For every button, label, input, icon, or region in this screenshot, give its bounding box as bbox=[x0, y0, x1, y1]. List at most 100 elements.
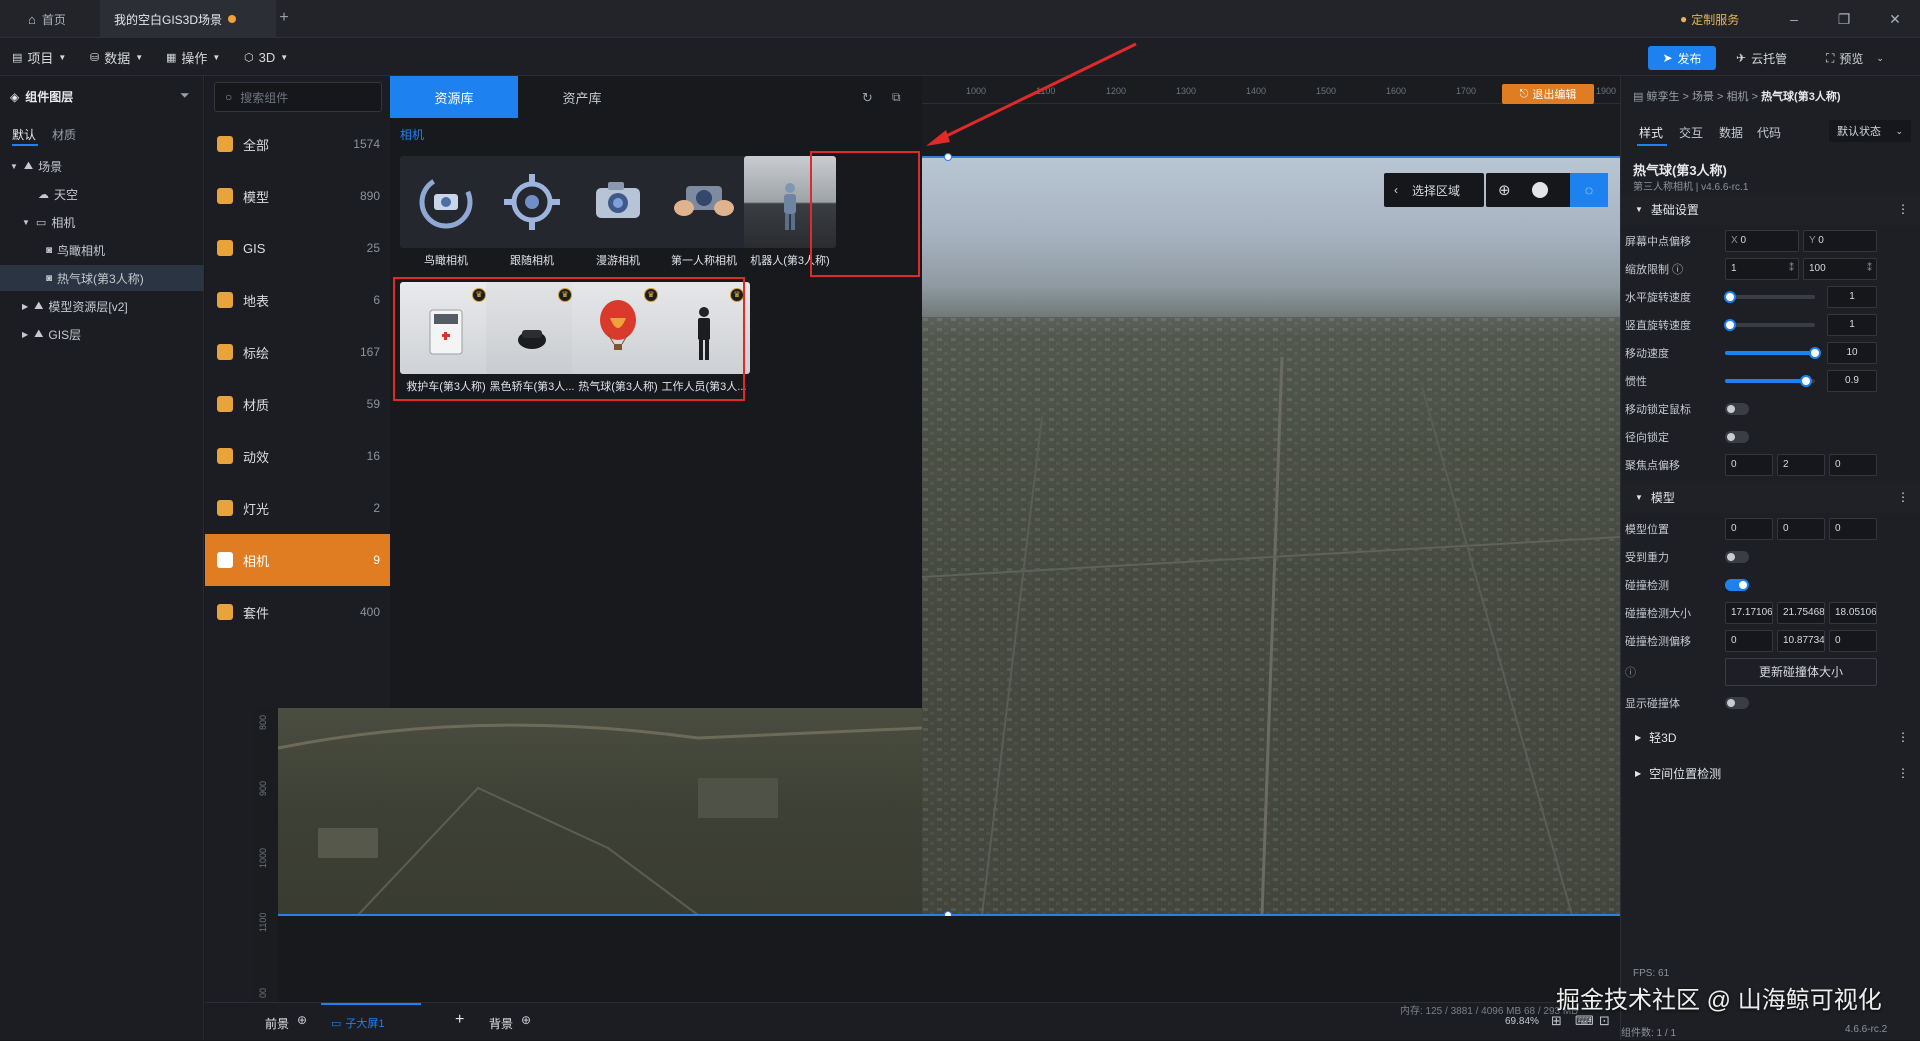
collision-offset-z-input[interactable]: 0 bbox=[1829, 630, 1877, 652]
section-model[interactable]: ▼ 模型 ⋮ bbox=[1621, 481, 1920, 513]
category-item[interactable]: 动效 16 bbox=[205, 430, 390, 482]
menu-operation[interactable]: ▦ 操作 ▼ bbox=[166, 38, 220, 76]
exit-edit-button[interactable]: ⎋ 退出编辑 bbox=[1502, 84, 1594, 104]
menu-3d[interactable]: ⬡ 3D ▼ bbox=[244, 38, 288, 76]
tab-material[interactable]: 材质 bbox=[52, 126, 76, 143]
v-rotation-slider[interactable] bbox=[1723, 319, 1815, 331]
resource-card-roaming-camera[interactable]: 漫游相机 bbox=[572, 156, 664, 270]
tree-item-aerial-camera[interactable]: ◙ 鸟瞰相机 bbox=[0, 237, 204, 263]
minimize-button[interactable]: – bbox=[1785, 10, 1803, 28]
search-box[interactable]: ○ 搜索组件 bbox=[214, 82, 382, 112]
new-tab-button[interactable]: + bbox=[276, 10, 292, 26]
model-pos-x-input[interactable]: 0 bbox=[1725, 518, 1773, 540]
filter-icon[interactable]: ⏷ bbox=[180, 88, 190, 103]
category-item[interactable]: 材质 59 bbox=[205, 378, 390, 430]
category-item[interactable]: 套件 400 bbox=[205, 586, 390, 638]
3d-viewport-lower[interactable] bbox=[278, 708, 922, 915]
screen-offset-y-input[interactable]: Y 0 bbox=[1803, 230, 1877, 252]
collision-size-z-input[interactable]: 18.051065 bbox=[1829, 602, 1877, 624]
tab-data[interactable]: 数据 bbox=[1719, 124, 1743, 141]
inertia-slider[interactable] bbox=[1725, 375, 1815, 387]
inertia-input[interactable]: 0.9 bbox=[1827, 370, 1877, 392]
update-collision-button[interactable]: 更新碰撞体大小 bbox=[1725, 658, 1877, 686]
resource-card-aerial-camera[interactable]: 鸟瞰相机 bbox=[400, 156, 492, 270]
collision-size-y-input[interactable]: 21.754685 bbox=[1777, 602, 1825, 624]
foreground-label[interactable]: 前景 bbox=[265, 1015, 289, 1032]
cloud-host-button[interactable]: ✈ 云托管 bbox=[1736, 46, 1787, 70]
category-item[interactable]: GIS 25 bbox=[205, 222, 390, 274]
add-background-icon[interactable]: ⊕ bbox=[521, 1013, 531, 1027]
category-item[interactable]: 模型 890 bbox=[205, 170, 390, 222]
lock-mouse-toggle[interactable] bbox=[1725, 403, 1749, 415]
show-collider-toggle[interactable] bbox=[1725, 697, 1749, 709]
menu-project[interactable]: ▤ 项目 ▼ bbox=[12, 38, 66, 76]
section-spatial-detection[interactable]: ▶ 空间位置检测 ⋮ bbox=[1621, 757, 1920, 789]
collision-toggle[interactable] bbox=[1725, 579, 1749, 591]
tab-interaction[interactable]: 交互 bbox=[1679, 124, 1703, 141]
tab-resource-library[interactable]: 资源库 bbox=[390, 76, 518, 118]
refresh-icon[interactable]: ↻ bbox=[862, 90, 873, 106]
resource-card-follow-camera[interactable]: 跟随相机 bbox=[486, 156, 578, 270]
tab-asset-library[interactable]: 资产库 bbox=[518, 76, 646, 118]
tab-style[interactable]: 样式 bbox=[1639, 124, 1663, 141]
select-area-button[interactable]: ‹ 选择区域 bbox=[1384, 173, 1484, 207]
add-foreground-icon[interactable]: ⊕ bbox=[297, 1013, 307, 1027]
focus-offset-y-input[interactable]: 2 bbox=[1777, 454, 1825, 476]
collision-offset-x-input[interactable]: 0 bbox=[1725, 630, 1773, 652]
category-item[interactable]: 全部 1574 bbox=[205, 118, 390, 170]
3d-viewport[interactable]: ‹ 选择区域 ⊕ ◌ bbox=[922, 157, 1620, 915]
more-icon[interactable]: ⋮ bbox=[1897, 202, 1909, 216]
help-icon[interactable]: ⓘ bbox=[1672, 264, 1683, 276]
category-item[interactable]: 标绘 167 bbox=[205, 326, 390, 378]
slider-knob[interactable] bbox=[1800, 375, 1812, 387]
h-rotation-input[interactable]: 1 bbox=[1827, 286, 1877, 308]
add-screen-button[interactable]: + bbox=[455, 1011, 464, 1029]
gravity-toggle[interactable] bbox=[1725, 551, 1749, 563]
tab-code[interactable]: 代码 bbox=[1757, 124, 1781, 141]
more-icon[interactable]: ⋮ bbox=[1897, 766, 1909, 780]
collision-size-x-input[interactable]: 17.1710653 bbox=[1725, 602, 1773, 624]
close-button[interactable]: ✕ bbox=[1886, 10, 1904, 28]
tab-scene[interactable]: 我的空白GIS3D场景 bbox=[100, 0, 276, 38]
preview-button[interactable]: ⛶ 预览 ⌄ bbox=[1826, 46, 1884, 70]
globe-icon[interactable]: ⊕ bbox=[1498, 181, 1511, 199]
console-icon[interactable]: ⊡ bbox=[1599, 1013, 1610, 1029]
tree-item-balloon-camera[interactable]: ◙ 热气球(第3人称) bbox=[0, 265, 204, 291]
screen-offset-x-input[interactable]: X 0 bbox=[1725, 230, 1799, 252]
v-rotation-input[interactable]: 1 bbox=[1827, 314, 1877, 336]
open-external-icon[interactable]: ⧉ bbox=[892, 90, 901, 105]
solid-sphere-icon[interactable] bbox=[1532, 182, 1548, 198]
move-speed-slider[interactable] bbox=[1725, 347, 1821, 359]
section-basic-settings[interactable]: ▼ 基础设置 ⋮ bbox=[1621, 193, 1920, 225]
restore-button[interactable]: ❐ bbox=[1835, 10, 1853, 28]
focus-offset-z-input[interactable]: 0 bbox=[1829, 454, 1877, 476]
slider-knob[interactable] bbox=[1809, 347, 1821, 359]
category-item[interactable]: 地表 6 bbox=[205, 274, 390, 326]
section-light3d[interactable]: ▶ 轻3D ⋮ bbox=[1621, 721, 1920, 753]
category-item[interactable]: 相机 9 bbox=[205, 534, 390, 586]
tree-item-scene[interactable]: ▼ ⛰ 场景 bbox=[0, 153, 204, 179]
more-icon[interactable]: ⋮ bbox=[1897, 490, 1909, 504]
slider-knob[interactable] bbox=[1723, 319, 1736, 331]
state-select[interactable]: 默认状态 ⌄ bbox=[1829, 120, 1911, 142]
publish-button[interactable]: ➤ 发布 bbox=[1648, 46, 1716, 70]
tree-item-gis-layer[interactable]: ▶ ⛰ GIS层 bbox=[0, 321, 204, 347]
orbit-icon[interactable]: ◌ bbox=[1570, 173, 1608, 207]
tab-home[interactable]: ⌂ 首页 bbox=[14, 0, 80, 38]
help-icon[interactable]: ⓘ bbox=[1625, 664, 1636, 680]
sub-screen-tab[interactable]: ▭ 子大屏1 bbox=[321, 1003, 421, 1041]
move-speed-input[interactable]: 10 bbox=[1827, 342, 1877, 364]
radial-lock-toggle[interactable] bbox=[1725, 431, 1749, 443]
focus-offset-x-input[interactable]: 0 bbox=[1725, 454, 1773, 476]
tree-item-camera-folder[interactable]: ▼ ▭ 相机 bbox=[0, 209, 204, 235]
collision-offset-y-input[interactable]: 10.877342 bbox=[1777, 630, 1825, 652]
slider-knob[interactable] bbox=[1723, 291, 1736, 303]
search-input[interactable]: 搜索组件 bbox=[240, 89, 288, 106]
h-rotation-slider[interactable] bbox=[1723, 291, 1815, 303]
tab-default[interactable]: 默认 bbox=[12, 126, 36, 143]
selection-handle[interactable] bbox=[944, 153, 952, 161]
model-pos-z-input[interactable]: 0 bbox=[1829, 518, 1877, 540]
custom-service-button[interactable]: ● 定制服务 bbox=[1680, 9, 1739, 29]
zoom-max-input[interactable]: 100 ⁑ bbox=[1803, 258, 1877, 280]
menu-data[interactable]: ⛁ 数据 ▼ bbox=[90, 38, 143, 76]
